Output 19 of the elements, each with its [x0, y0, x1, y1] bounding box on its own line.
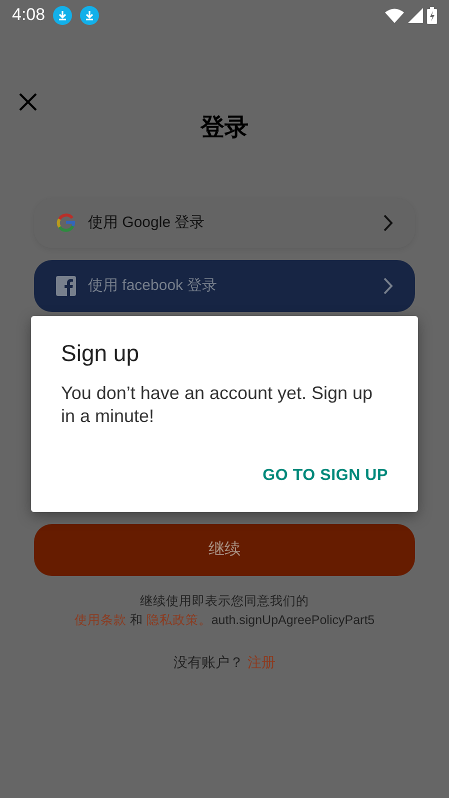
agreement-text: 继续使用即表示您同意我们的 使用条款 和 隐私政策。auth.signUpAgreePolicyPart5 — [73, 593, 376, 629]
sign-up-button[interactable]: GO TO SIGN UP — [262, 464, 388, 488]
wifi-icon — [385, 8, 404, 22]
chevron-icon — [383, 277, 393, 295]
google-icon — [56, 213, 76, 233]
facebook-icon — [56, 276, 76, 296]
continue-button[interactable]: 继续 — [34, 524, 415, 576]
signup-prompt: 没有账户？ 注册 — [172, 652, 276, 672]
status-time: 4:08 — [12, 4, 46, 26]
chevron-icon — [383, 214, 393, 232]
dialog-message: You don’t have an account yet. Sign up in a minute! — [61, 382, 374, 428]
download-icon — [53, 6, 72, 24]
dialog-title: Sign up — [61, 340, 140, 368]
download-icon — [80, 6, 100, 24]
facebook-login-button[interactable]: 使用 facebook 登录 — [34, 260, 415, 312]
battery-icon — [427, 6, 437, 24]
signal-icon — [408, 8, 423, 22]
page-title: 登录 — [199, 113, 250, 143]
google-login-button[interactable]: 使用 Google 登录 — [34, 198, 415, 248]
